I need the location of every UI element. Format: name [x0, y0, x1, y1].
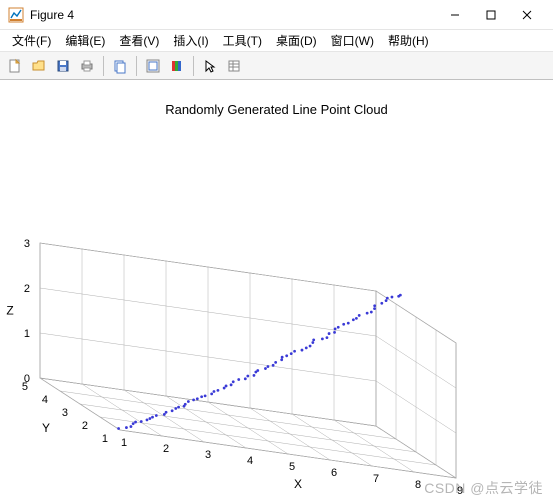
window-titlebar: Figure 4 — [0, 0, 553, 30]
colorbar-button[interactable] — [166, 55, 188, 77]
svg-text:2: 2 — [24, 283, 30, 295]
svg-text:8: 8 — [415, 479, 421, 491]
window-title: Figure 4 — [30, 8, 437, 22]
svg-text:4: 4 — [42, 394, 48, 406]
toolbar-separator — [136, 56, 137, 76]
toolbar-separator — [103, 56, 104, 76]
svg-text:1: 1 — [121, 437, 127, 449]
new-figure-button[interactable] — [4, 55, 26, 77]
svg-text:7: 7 — [373, 473, 379, 485]
svg-text:5: 5 — [289, 461, 295, 473]
svg-text:6: 6 — [331, 467, 337, 479]
axes-area[interactable]: Randomly Generated Line Point Cloud 1234… — [0, 80, 553, 504]
data-cursor-button[interactable] — [142, 55, 164, 77]
menu-tools[interactable]: 工具(T) — [217, 30, 268, 51]
close-button[interactable] — [509, 1, 545, 29]
menu-view[interactable]: 查看(V) — [113, 30, 165, 51]
toolbar-separator — [193, 56, 194, 76]
menu-bar: 文件(F) 编辑(E) 查看(V) 插入(I) 工具(T) 桌面(D) 窗口(W… — [0, 30, 553, 52]
minimize-button[interactable] — [437, 1, 473, 29]
svg-text:3: 3 — [62, 407, 68, 419]
open-button[interactable] — [28, 55, 50, 77]
rotate3d-button[interactable] — [223, 55, 245, 77]
app-icon — [8, 7, 24, 23]
svg-text:2: 2 — [163, 443, 169, 455]
menu-file[interactable]: 文件(F) — [6, 30, 57, 51]
svg-text:0: 0 — [24, 373, 30, 385]
svg-text:1: 1 — [24, 328, 30, 340]
plot-svg: 123456789123450123 X Y Z — [0, 80, 553, 504]
svg-text:1: 1 — [102, 433, 108, 445]
x-axis-label: X — [294, 477, 302, 491]
watermark-text: CSDN @点云学徒 — [424, 478, 543, 498]
menu-help[interactable]: 帮助(H) — [382, 30, 435, 51]
svg-text:3: 3 — [205, 449, 211, 461]
svg-text:4: 4 — [247, 455, 253, 467]
z-axis-label: Z — [6, 304, 13, 318]
menu-insert[interactable]: 插入(I) — [167, 30, 214, 51]
menu-desktop[interactable]: 桌面(D) — [270, 30, 323, 51]
maximize-button[interactable] — [473, 1, 509, 29]
svg-text:2: 2 — [82, 420, 88, 432]
menu-edit[interactable]: 编辑(E) — [59, 30, 111, 51]
copy-button[interactable] — [109, 55, 131, 77]
svg-text:3: 3 — [24, 238, 30, 250]
menu-window[interactable]: 窗口(W) — [325, 30, 380, 51]
toolbar — [0, 52, 553, 80]
print-button[interactable] — [76, 55, 98, 77]
y-axis-label: Y — [42, 421, 50, 435]
save-button[interactable] — [52, 55, 74, 77]
pointer-button[interactable] — [199, 55, 221, 77]
